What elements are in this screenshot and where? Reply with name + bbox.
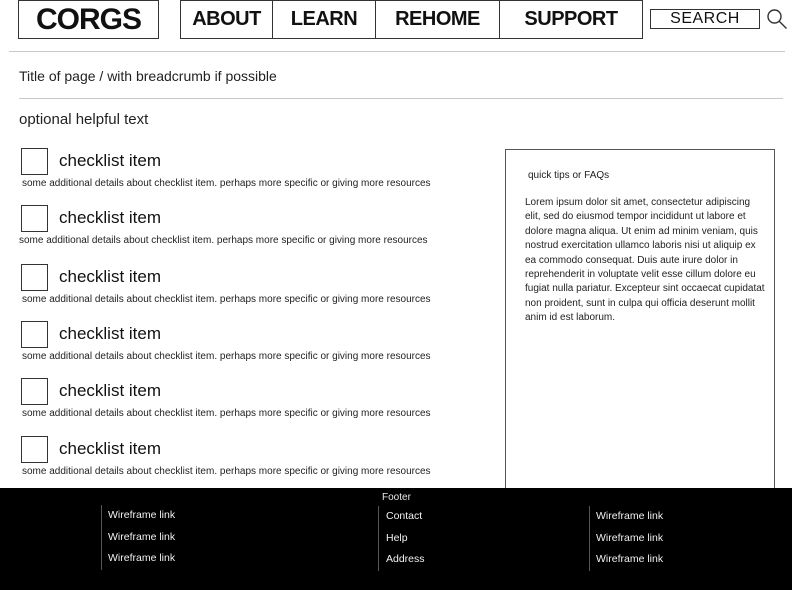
search-input[interactable]: SEARCH <box>650 9 760 29</box>
checklist-checkbox[interactable] <box>21 205 48 232</box>
checklist-checkbox[interactable] <box>21 378 48 405</box>
checklist-item: checklist item some additional details a… <box>0 321 495 367</box>
checklist-item-detail: some additional details about checklist … <box>22 294 431 305</box>
checklist-item: checklist item some additional details a… <box>0 205 495 251</box>
nav-rehome[interactable]: REHOME <box>376 1 500 38</box>
footer-link[interactable]: Wireframe link <box>590 506 663 528</box>
checklist-item: checklist item some additional details a… <box>0 264 495 310</box>
checklist-item-title: checklist item <box>59 381 162 400</box>
footer-link[interactable]: Wireframe link <box>590 528 663 550</box>
footer-link[interactable]: Wireframe link <box>590 549 663 571</box>
footer-column-1: Wireframe link Wireframe link Wireframe … <box>101 505 175 570</box>
footer-column-2: Contact Help Address <box>378 506 425 571</box>
checklist-item: checklist item some additional details a… <box>0 436 495 482</box>
tips-title: quick tips or FAQs <box>528 170 610 181</box>
search-icon[interactable] <box>766 8 788 30</box>
main-nav: ABOUT LEARN REHOME SUPPORT <box>180 0 643 39</box>
checklist-item-title: checklist item <box>59 439 162 458</box>
checklist-item-title: checklist item <box>59 208 162 227</box>
nav-support[interactable]: SUPPORT <box>500 1 642 38</box>
nav-about[interactable]: ABOUT <box>181 1 273 38</box>
nav-learn[interactable]: LEARN <box>273 1 376 38</box>
title-divider <box>19 98 783 99</box>
checklist-item: checklist item some additional details a… <box>0 378 495 424</box>
tips-body: Lorem ipsum dolor sit amet, consectetur … <box>525 197 765 324</box>
header-divider <box>9 51 785 52</box>
checklist-item-detail: some additional details about checklist … <box>19 235 428 246</box>
checklist-item-title: checklist item <box>59 267 162 286</box>
footer-link-address[interactable]: Address <box>379 549 425 571</box>
checklist-item: checklist item some additional details a… <box>0 148 495 194</box>
checklist-item-detail: some additional details about checklist … <box>22 408 431 419</box>
checklist-checkbox[interactable] <box>21 148 48 175</box>
checklist-item-title: checklist item <box>59 151 162 170</box>
checklist-checkbox[interactable] <box>21 321 48 348</box>
page-title: Title of page / with breadcrumb if possi… <box>19 68 277 84</box>
checklist-item-detail: some additional details about checklist … <box>22 466 431 477</box>
checklist-checkbox[interactable] <box>21 264 48 291</box>
footer-link[interactable]: Wireframe link <box>102 505 175 527</box>
helper-text: optional helpful text <box>19 111 149 128</box>
footer-link-help[interactable]: Help <box>379 528 425 550</box>
footer-column-3: Wireframe link Wireframe link Wireframe … <box>589 506 663 571</box>
footer-title: Footer <box>382 492 411 503</box>
checklist-checkbox[interactable] <box>21 436 48 463</box>
logo[interactable]: CORGS <box>18 0 159 39</box>
footer-link-contact[interactable]: Contact <box>379 506 425 528</box>
footer-link[interactable]: Wireframe link <box>102 527 175 549</box>
tips-panel: quick tips or FAQs Lorem ipsum dolor sit… <box>505 149 775 490</box>
checklist-item-detail: some additional details about checklist … <box>22 178 431 189</box>
footer-link[interactable]: Wireframe link <box>102 548 175 570</box>
footer: Footer Wireframe link Wireframe link Wir… <box>0 488 792 590</box>
checklist-item-title: checklist item <box>59 324 162 343</box>
checklist-item-detail: some additional details about checklist … <box>22 351 431 362</box>
